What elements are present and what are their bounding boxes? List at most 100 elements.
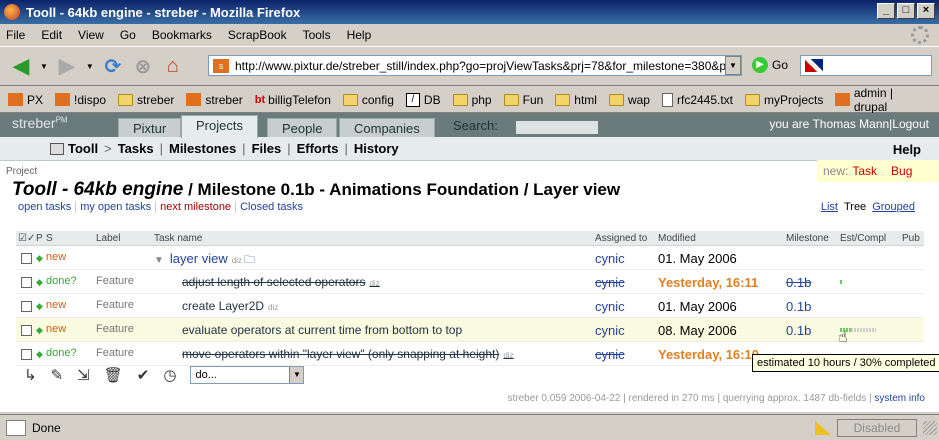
delete-icon[interactable]: 🗑 — [104, 366, 123, 384]
row-checkbox[interactable] — [21, 301, 32, 312]
bookmark-fun[interactable]: Fun — [503, 93, 543, 107]
row-task-name[interactable]: ▼ layer view diz 🗀 — [154, 251, 255, 270]
task-link[interactable]: layer view — [170, 251, 228, 266]
subnav-tasks[interactable]: Tasks — [118, 141, 154, 156]
row-assigned[interactable]: cynic — [595, 323, 625, 338]
reload-icon[interactable]: ⟳ — [98, 51, 128, 81]
back-dropdown-icon[interactable]: ▼ — [40, 62, 48, 71]
collapse-icon[interactable]: ▼ — [154, 255, 164, 266]
resize-grip-icon[interactable] — [923, 420, 937, 435]
row-task-name[interactable]: adjust length of selected operators diz — [182, 275, 380, 289]
menu-edit[interactable]: Edit — [41, 28, 62, 42]
link-next-milestone[interactable]: next milestone — [155, 201, 235, 213]
row-milestone[interactable]: 0.1b — [786, 299, 811, 314]
logout-link[interactable]: |Logout — [889, 117, 929, 131]
new-task-link[interactable]: Task — [852, 164, 877, 178]
bookmark-streber-folder[interactable]: streber — [118, 93, 174, 107]
header-label[interactable]: Label — [96, 233, 120, 244]
warning-icon[interactable] — [815, 420, 831, 435]
header-status[interactable]: S — [46, 233, 53, 244]
menu-tools[interactable]: Tools — [303, 28, 331, 42]
row-checkbox[interactable] — [21, 253, 32, 264]
search-engine-box[interactable] — [800, 55, 932, 76]
row-assigned[interactable]: cynic — [595, 299, 625, 314]
row-assigned[interactable]: cynic — [595, 347, 625, 362]
menu-help[interactable]: Help — [347, 28, 372, 42]
new-bug-link[interactable]: Bug — [891, 164, 912, 178]
menu-scrapbook[interactable]: ScrapBook — [228, 28, 287, 42]
bookmark-config[interactable]: config — [342, 93, 394, 107]
menu-bookmarks[interactable]: Bookmarks — [152, 28, 212, 42]
menu-view[interactable]: View — [78, 28, 104, 42]
header-task-name[interactable]: Task name — [154, 233, 202, 244]
move-icon[interactable]: ⇲ — [77, 366, 90, 384]
bookmark-px[interactable]: PX — [8, 93, 43, 107]
tab-pixtur[interactable]: Pixtur — [118, 118, 182, 138]
action-select[interactable]: do... ▼ — [190, 366, 305, 384]
edit-icon[interactable]: ✎ — [51, 366, 64, 384]
tab-projects[interactable]: Projects — [181, 115, 258, 138]
bookmark-dispo[interactable]: !dispo — [55, 93, 106, 107]
task-link[interactable]: move operators within "layer view" (only… — [182, 347, 499, 361]
bookmark-html[interactable]: html — [555, 93, 597, 107]
row-milestone[interactable]: 0.1b — [786, 323, 811, 338]
streber-logo[interactable]: streberPM — [12, 115, 68, 131]
bookmark-billigtelefon[interactable]: bt billigTelefon — [255, 93, 331, 107]
help-link[interactable]: Help — [893, 142, 921, 157]
tab-people[interactable]: People — [267, 118, 338, 138]
bookmark-admin-drupal[interactable]: admin | drupal — [835, 86, 927, 114]
bookmark-myprojects[interactable]: myProjects — [745, 93, 823, 107]
bookmark-rfc2445[interactable]: rfc2445.txt — [661, 92, 733, 107]
subnav-milestones[interactable]: Milestones — [169, 141, 236, 156]
minimize-button[interactable]: _ — [877, 3, 895, 19]
menu-go[interactable]: Go — [120, 28, 136, 42]
tab-companies[interactable]: Companies — [339, 118, 435, 138]
menu-file[interactable]: File — [6, 28, 25, 42]
table-row[interactable]: ◆ new Feature evaluate operators at curr… — [16, 318, 924, 346]
forward-icon[interactable]: ▶ — [52, 51, 82, 81]
header-pub[interactable]: Pub — [902, 233, 920, 244]
header-priority[interactable]: P — [36, 233, 43, 244]
header-assigned[interactable]: Assigned to — [595, 233, 647, 244]
row-assigned[interactable]: cynic — [595, 251, 625, 266]
maximize-button[interactable]: □ — [897, 3, 915, 19]
table-row[interactable]: ◆ new ▼ layer view diz 🗀 cynic 01. May 2006 — [16, 246, 924, 270]
back-icon[interactable]: ◀ — [6, 51, 36, 81]
url-dropdown-icon[interactable]: ▼ — [725, 56, 741, 75]
header-milestone[interactable]: Milestone — [786, 233, 829, 244]
bookmark-php[interactable]: php — [452, 93, 492, 107]
breadcrumb-project[interactable]: Tooll — [50, 141, 98, 156]
header-modified[interactable]: Modified — [658, 233, 696, 244]
subnav-files[interactable]: Files — [252, 141, 282, 156]
bookmark-db[interactable]: / DB — [405, 92, 441, 107]
link-open-tasks[interactable]: open tasks — [18, 201, 75, 213]
task-link[interactable]: create Layer2D — [182, 299, 264, 313]
table-row[interactable]: ◆ done? Feature adjust length of selecte… — [16, 270, 924, 294]
subnav-history[interactable]: History — [354, 141, 399, 156]
header-est-compl[interactable]: Est/Compl — [840, 233, 886, 244]
mode-grouped-link[interactable]: Grouped — [872, 201, 915, 213]
row-checkbox[interactable] — [21, 349, 32, 360]
select-all-icon[interactable]: ☑✓ — [18, 233, 35, 244]
task-link[interactable]: adjust length of selected operators — [182, 275, 365, 289]
forward-dropdown-icon[interactable]: ▼ — [86, 62, 94, 71]
row-assigned[interactable]: cynic — [595, 275, 625, 290]
table-row[interactable]: ◆ new Feature create Layer2D diz cynic 01… — [16, 294, 924, 318]
link-my-open-tasks[interactable]: my open tasks — [75, 201, 155, 213]
close-button[interactable]: × — [917, 3, 935, 19]
bookmark-wap[interactable]: wap — [608, 93, 650, 107]
link-closed-tasks[interactable]: Closed tasks — [235, 201, 307, 213]
home-icon[interactable]: ⌂ — [158, 51, 188, 81]
disabled-indicator[interactable]: Disabled — [837, 418, 917, 437]
row-checkbox[interactable] — [21, 325, 32, 336]
clock-icon[interactable]: ◷ — [163, 366, 176, 384]
search-input[interactable] — [516, 121, 598, 134]
bookmark-streber[interactable]: streber — [186, 93, 243, 107]
row-milestone[interactable]: 0.1b — [786, 275, 811, 290]
go-button[interactable]: ▶ Go — [752, 57, 788, 73]
system-info-link[interactable]: system info — [874, 393, 925, 404]
row-task-name[interactable]: evaluate operators at current time from … — [182, 323, 462, 337]
url-bar[interactable]: s http://www.pixtur.de/streber_still/ind… — [208, 55, 742, 76]
stop-icon[interactable]: ⊗ — [128, 51, 158, 81]
row-checkbox[interactable] — [21, 277, 32, 288]
